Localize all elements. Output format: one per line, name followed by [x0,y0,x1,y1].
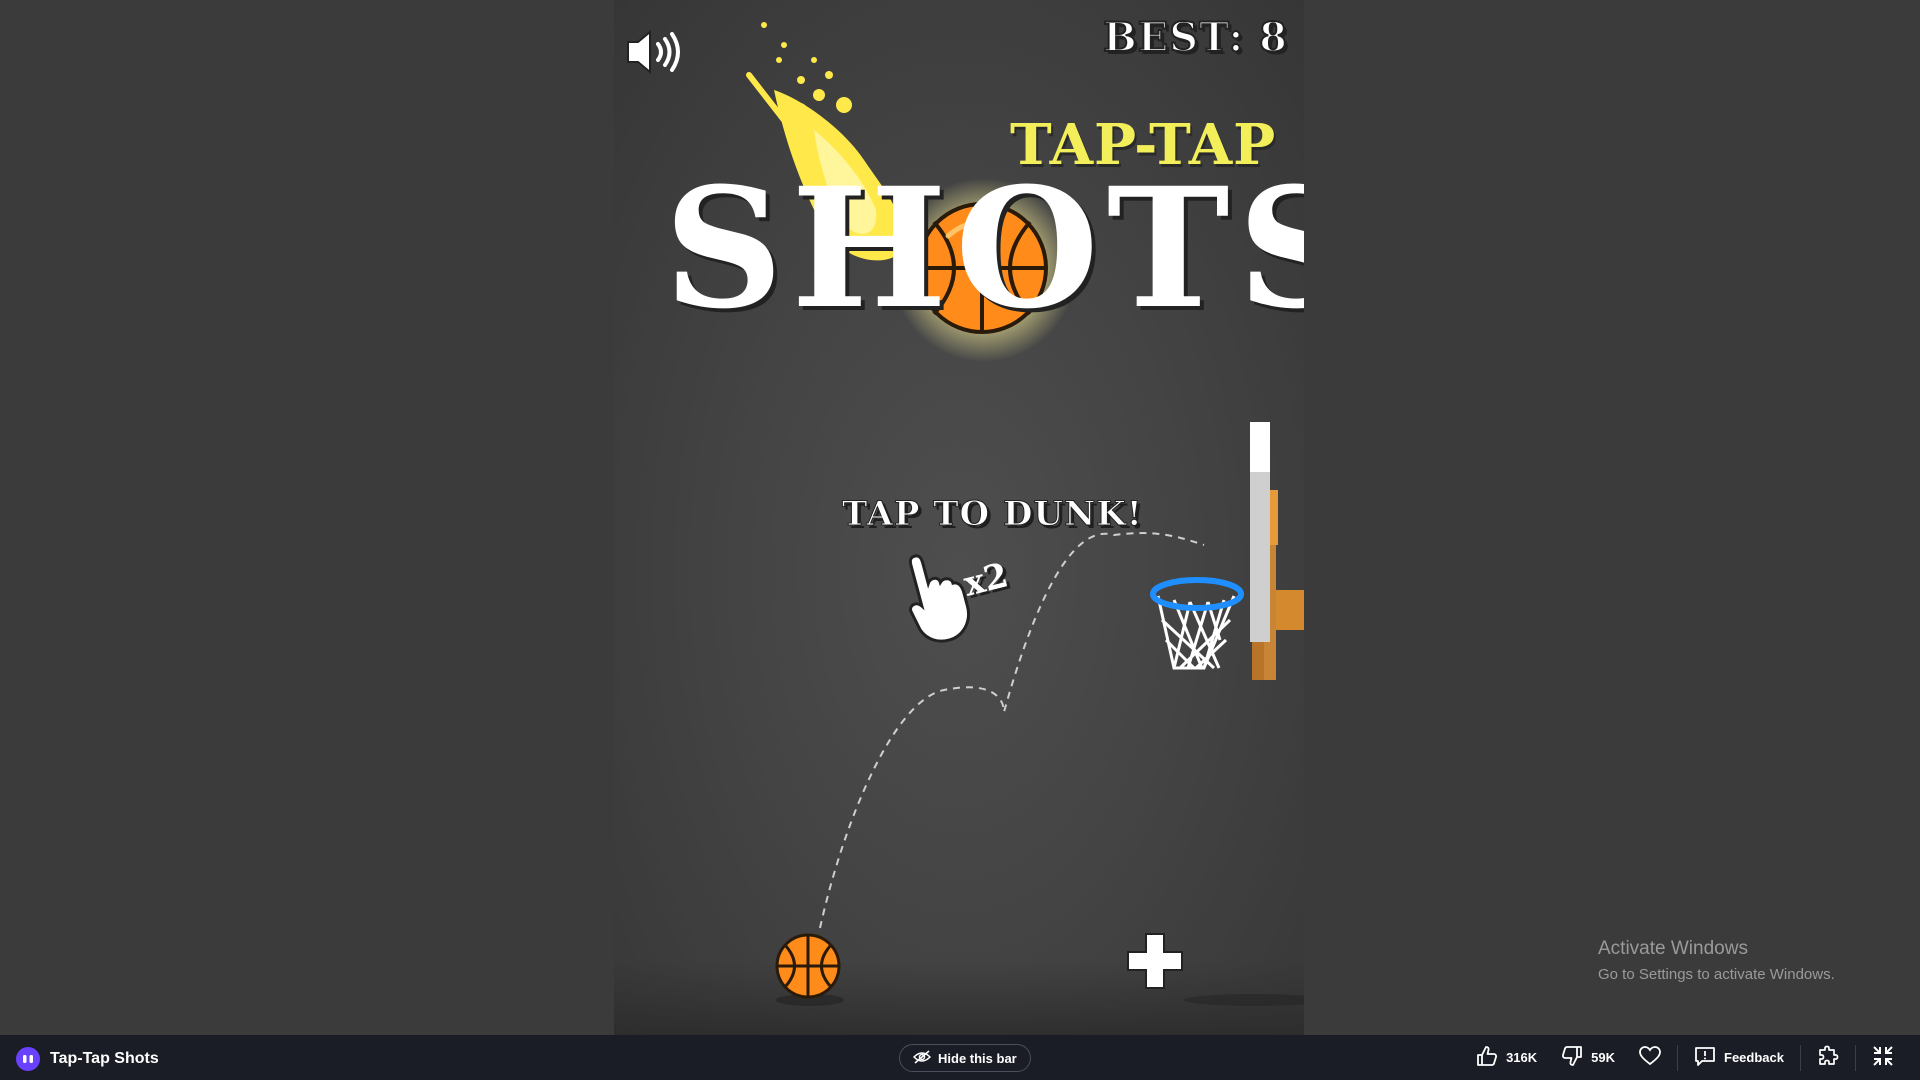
hide-bar-label: Hide this bar [938,1050,1017,1066]
toolbar-separator [1677,1044,1679,1071]
game-title-text: Tap-Tap Shots [50,1050,159,1067]
poki-logo-icon [16,1047,40,1071]
dislike-button[interactable]: 59K [1549,1046,1627,1069]
exit-fullscreen-button[interactable] [1860,1045,1906,1070]
favorite-button[interactable] [1627,1046,1673,1069]
title-shots: SHOTS [664,151,1304,345]
fullscreen-exit-icon [1872,1045,1894,1070]
activate-windows-watermark: Activate Windows Go to Settings to activ… [1598,938,1835,983]
ball-trajectory [819,532,1205,929]
feedback-icon [1694,1046,1716,1069]
thumbs-up-icon [1476,1046,1498,1069]
heart-icon [1639,1046,1661,1069]
best-score: BEST: 8 [1102,13,1288,62]
watermark-title: Activate Windows [1598,938,1748,959]
dislike-count: 59K [1591,1050,1616,1065]
feedback-label: Feedback [1724,1050,1784,1065]
toolbar-separator [1800,1044,1801,1071]
bottom-bar: Tap-Tap Shots Hide this bar 316K 59K Fee… [0,1035,1920,1080]
thumbs-down-icon [1561,1046,1583,1069]
basketball-rim [1150,577,1244,611]
eye-off-icon [912,1049,932,1067]
puzzle-icon [1817,1045,1839,1070]
sound-icon[interactable] [627,29,680,75]
game-title-link[interactable]: Tap-Tap Shots [16,1047,159,1071]
backboard [1250,422,1304,680]
toolbar-separator [1855,1044,1856,1071]
puzzle-button[interactable] [1805,1045,1851,1070]
game-canvas[interactable]: BEST: 8 TAP-TAP SHOTS TAP TO DUNK! x2 [614,0,1304,1035]
watermark-subtitle: Go to Settings to activate Windows. [1598,966,1835,983]
tap-to-dunk-label: TAP TO DUNK! [842,494,1143,535]
tap-hand-icon [908,554,970,643]
feedback-button[interactable]: Feedback [1682,1046,1796,1069]
hide-bar-button[interactable]: Hide this bar [899,1044,1031,1072]
like-count: 316K [1506,1050,1538,1065]
like-button[interactable]: 316K [1464,1046,1549,1069]
